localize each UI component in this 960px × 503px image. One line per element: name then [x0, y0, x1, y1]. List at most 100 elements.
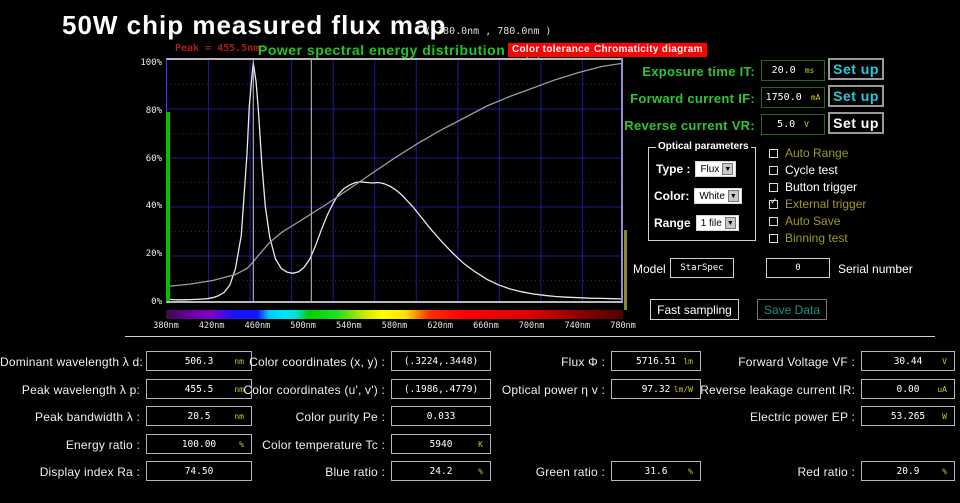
- checkbox-icon[interactable]: [769, 217, 778, 226]
- checkbox-icon[interactable]: [769, 200, 778, 209]
- y-axis-tick: 80%: [146, 106, 162, 116]
- readout-value-box: 53.265 W: [861, 406, 955, 426]
- x-axis-tick: 540nm: [336, 321, 362, 331]
- x-axis-tick: 660nm: [473, 321, 499, 331]
- serial-number-label: Serial number: [838, 262, 913, 276]
- readout-value-box: 20.9%: [861, 461, 955, 481]
- wavelength-range-note: ( 380.0nm , 780.0nm ): [425, 26, 551, 37]
- setup-button[interactable]: Set up: [828, 58, 884, 80]
- checkbox-label: Auto Range: [785, 146, 848, 160]
- control-unit: V: [804, 120, 809, 129]
- readout-value-box: 5940 K: [391, 434, 491, 454]
- checkbox-icon[interactable]: [769, 166, 778, 175]
- checkbox-row[interactable]: Button trigger: [769, 180, 857, 194]
- optical-type-row: Type : Flux ▼: [656, 161, 736, 177]
- x-axis-tick: 780nm: [610, 321, 636, 331]
- model-value[interactable]: StarSpec: [670, 258, 734, 278]
- readout-value: 30.44: [894, 356, 923, 367]
- readout-unit: V: [942, 357, 947, 366]
- plot-area: [166, 58, 623, 303]
- x-axis-tick: 580nm: [382, 321, 408, 331]
- curve: [167, 63, 623, 300]
- checkbox-icon[interactable]: [769, 183, 778, 192]
- checkbox-row[interactable]: Auto Save: [769, 214, 840, 228]
- setup-button[interactable]: Set up: [828, 85, 884, 107]
- readout-value-box: 0.00 uA: [861, 379, 955, 399]
- readout-label: Color temperature Tc :: [0, 438, 385, 452]
- section-divider: [125, 336, 935, 337]
- readout-label: Forward Voltage VF :: [0, 355, 855, 369]
- readout-value: 5940: [430, 439, 453, 450]
- y-axis-tick: 40%: [146, 201, 162, 211]
- checkbox-row[interactable]: External trigger: [769, 197, 866, 211]
- readout-label: Reverse leakage current IR:: [0, 383, 855, 397]
- checkbox-label: Binning test: [785, 231, 848, 245]
- optical-range-row: Range 1 file ▼: [654, 215, 739, 231]
- readout-value: 20.9: [897, 466, 920, 477]
- x-axis-tick: 700nm: [519, 321, 545, 331]
- checkbox-label: External trigger: [785, 197, 866, 211]
- spectrum-curves: [167, 60, 623, 303]
- y-axis: 0% 20% 40% 60% 80% 100%: [120, 58, 166, 310]
- optical-range-value: 1 file: [701, 218, 722, 229]
- y-axis-tick: 60%: [146, 154, 162, 164]
- x-axis-tick: 420nm: [199, 321, 225, 331]
- model-label: Model: [633, 262, 666, 276]
- optical-range-select[interactable]: 1 file ▼: [696, 215, 739, 231]
- save-data-button[interactable]: Save Data: [757, 299, 827, 320]
- y-axis-tick: 100%: [140, 58, 162, 68]
- chart-title: Power spectral energy distribution P (λ): [258, 42, 542, 58]
- readout-value: 0.00: [897, 384, 920, 395]
- y-axis-tick: 20%: [146, 249, 162, 259]
- readout-unit: W: [942, 412, 947, 421]
- spectrum-chart: 0% 20% 40% 60% 80% 100%: [120, 58, 630, 310]
- chromaticity-diagram-button[interactable]: Chromaticity diagram: [590, 43, 707, 57]
- control-unit: ms: [805, 66, 815, 75]
- checkbox-label: Cycle test: [785, 163, 838, 177]
- chevron-down-icon[interactable]: ▼: [725, 217, 736, 229]
- readout-unit: K: [478, 440, 483, 449]
- checkbox-icon[interactable]: [769, 234, 778, 243]
- checkbox-row[interactable]: Cycle test: [769, 163, 838, 177]
- x-axis: 380nm 420nm 460nm 500nm 540nm 580nm 620nm 660nm…: [120, 321, 640, 335]
- x-axis-tick: 380nm: [153, 321, 179, 331]
- readout-unit: %: [942, 467, 947, 476]
- page-title: 50W chip measured flux map: [62, 10, 446, 41]
- optical-color-select[interactable]: White ▼: [694, 188, 742, 204]
- control-value-input[interactable]: 1750.0mA: [761, 87, 825, 108]
- checkbox-icon[interactable]: [769, 149, 778, 158]
- optical-type-label: Type :: [656, 162, 690, 176]
- control-value-input[interactable]: 5.0 V: [761, 114, 825, 135]
- checkbox-label: Button trigger: [785, 180, 857, 194]
- optical-type-select[interactable]: Flux ▼: [695, 161, 736, 177]
- control-value: 20.0: [772, 65, 796, 76]
- spectrum-color-bar: [166, 310, 623, 319]
- color-tolerance-button[interactable]: Color tolerance: [508, 43, 594, 57]
- optical-color-label: Color:: [654, 189, 689, 203]
- checkbox-row[interactable]: Binning test: [769, 231, 848, 245]
- control-value: 1750.0: [766, 92, 802, 103]
- readout-unit: uA: [937, 385, 947, 394]
- readout-label: Red ratio :: [0, 465, 855, 479]
- fast-sampling-button[interactable]: Fast sampling: [650, 299, 739, 320]
- y-axis-tick: 0%: [151, 297, 162, 307]
- x-axis-tick: 620nm: [427, 321, 453, 331]
- x-axis-tick: 500nm: [290, 321, 316, 331]
- curve: [167, 63, 623, 287]
- chevron-down-icon[interactable]: ▼: [722, 163, 733, 175]
- optical-parameters-legend: Optical parameters: [656, 141, 751, 152]
- control-value-input[interactable]: 20.0 ms: [761, 60, 825, 81]
- x-axis-tick: 460nm: [245, 321, 271, 331]
- optical-type-value: Flux: [700, 164, 719, 175]
- optical-range-label: Range: [654, 216, 691, 230]
- control-value: 5.0: [777, 119, 795, 130]
- chevron-down-icon[interactable]: ▼: [728, 190, 739, 202]
- setup-button[interactable]: Set up: [828, 112, 884, 134]
- readout-value-box: 30.44 V: [861, 351, 955, 371]
- readout-label: Electric power EP :: [0, 410, 855, 424]
- green-level-bar: [166, 112, 170, 301]
- readout-value: 53.265: [891, 411, 925, 422]
- serial-number-input[interactable]: 0: [766, 258, 830, 278]
- checkbox-row[interactable]: Auto Range: [769, 146, 848, 160]
- control-label: Forward current IF:: [600, 91, 755, 106]
